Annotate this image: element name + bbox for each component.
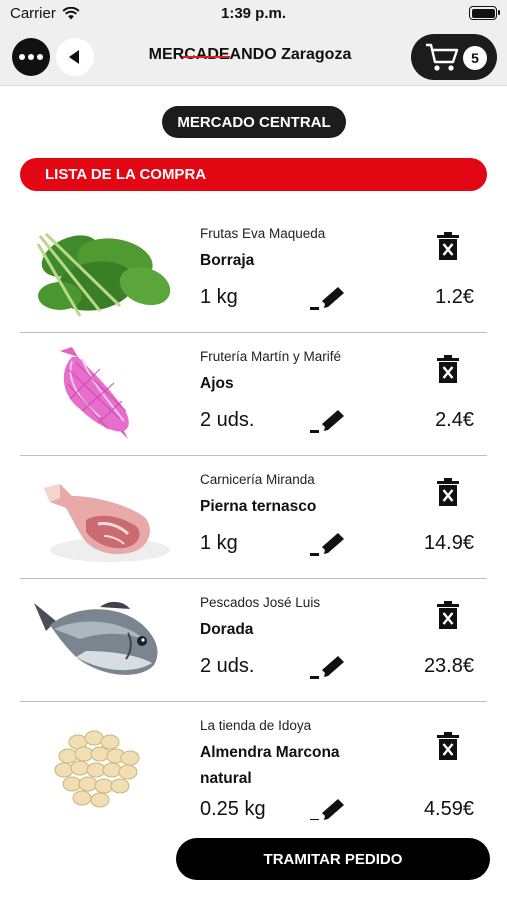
list-item: Pescados José Luis Dorada 2 uds. 23.8€ — [0, 579, 507, 702]
dot-icon — [37, 54, 43, 60]
vendor-name: La tienda de Idoya — [200, 718, 312, 733]
price: 4.59€ — [423, 798, 474, 820]
battery-icon — [469, 6, 500, 20]
garlic-net-image — [60, 347, 129, 439]
quantity: 2 uds. — [200, 655, 255, 677]
list-item: Frutas Eva Maqueda Borraja 1 kg 1.2€ — [0, 210, 507, 333]
quantity: 1 kg — [200, 286, 238, 308]
product-name: Almendra Marcona natural — [200, 744, 340, 787]
page-title-text: MERCADEANDO Zaragoza — [148, 46, 352, 63]
borage-image — [36, 232, 171, 317]
marcona-almonds-image — [54, 730, 140, 808]
delete-trash-icon[interactable] — [437, 732, 459, 760]
edit-pencil-icon[interactable] — [310, 407, 346, 435]
quantity: 1 kg — [200, 532, 238, 554]
vendor-name: Carnicería Miranda — [200, 472, 315, 487]
product-name: Ajos — [200, 375, 234, 392]
list-item: Carnicería Miranda Pierna ternasco 1 kg … — [0, 456, 507, 579]
quantity: 2 uds. — [200, 409, 255, 431]
sea-bream-image — [34, 601, 158, 675]
back-arrow-icon — [68, 50, 79, 64]
vendor-name: Pescados José Luis — [200, 595, 321, 610]
edit-pencil-icon[interactable] — [310, 796, 346, 820]
list-item: Frutería Martín y Marifé Ajos 2 uds. 2.4… — [0, 333, 507, 456]
price: 14.9€ — [423, 532, 474, 554]
cart-button[interactable]: 5 — [411, 34, 497, 80]
delete-trash-icon[interactable] — [437, 355, 459, 383]
price: 2.4€ — [435, 409, 474, 431]
checkout-button[interactable]: TRAMITAR PEDIDO — [176, 838, 490, 880]
shopping-cart-icon — [426, 43, 459, 71]
product-name: Pierna ternasco — [200, 498, 317, 515]
delete-trash-icon[interactable] — [437, 478, 459, 506]
delete-trash-icon[interactable] — [437, 232, 459, 260]
more-menu-button[interactable] — [12, 38, 50, 76]
edit-pencil-icon[interactable] — [310, 530, 346, 558]
shopping-list-header: LISTA DE LA COMPRA — [20, 158, 487, 191]
shopping-list: Frutas Eva Maqueda Borraja 1 kg 1.2€ Fru… — [0, 210, 507, 820]
vendor-name: Frutería Martín y Marifé — [200, 349, 342, 364]
status-bar: Carrier 1:39 p.m. — [0, 0, 507, 28]
app-screen: Carrier 1:39 p.m. MERCADEANDO Zaragoza 5… — [0, 0, 507, 900]
edit-pencil-icon[interactable] — [310, 653, 346, 681]
vendor-name: Frutas Eva Maqueda — [200, 226, 326, 241]
product-name: Borraja — [200, 252, 255, 269]
quantity: 0.25 kg — [200, 798, 266, 820]
page-title: MERCADEANDO Zaragoza — [100, 46, 400, 64]
edit-pencil-icon[interactable] — [310, 284, 346, 312]
price: 23.8€ — [423, 655, 474, 677]
clock: 1:39 p.m. — [220, 5, 287, 22]
market-name-pill[interactable]: MERCADO CENTRAL — [162, 106, 346, 138]
logo-strike-mark — [182, 56, 230, 58]
cart-count-badge: 5 — [463, 46, 487, 70]
dot-icon — [28, 54, 34, 60]
back-button[interactable] — [56, 38, 94, 76]
nav-bar: MERCADEANDO Zaragoza 5 — [0, 28, 507, 86]
price: 1.2€ — [435, 286, 474, 308]
delete-trash-icon[interactable] — [437, 601, 459, 629]
product-name: Dorada — [200, 621, 254, 638]
list-item: La tienda de Idoya Almendra Marcona natu… — [0, 702, 507, 820]
dot-icon — [19, 54, 25, 60]
lamb-leg-image — [44, 484, 170, 562]
